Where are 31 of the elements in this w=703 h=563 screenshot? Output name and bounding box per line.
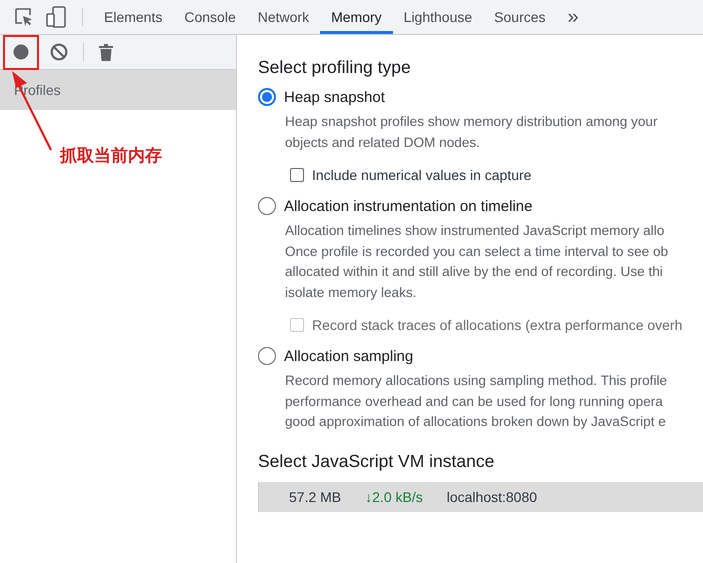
heap-size: 57.2 MB [289, 488, 342, 504]
allocation-rate: ↓2.0 kB/s [365, 488, 423, 504]
panel-tab[interactable]: Sources [483, 0, 557, 34]
option-description: Heap snapshot profiles show memory distribution among your objects and related DOM nodes. [285, 113, 659, 152]
panel-tab[interactable]: Elements [93, 0, 174, 34]
checkbox-label: Include numerical values in capture [312, 167, 532, 183]
device-icon [46, 6, 66, 28]
trash-icon [99, 44, 113, 60]
record-icon [13, 44, 29, 60]
option-label: Allocation sampling [284, 348, 414, 364]
clear-icon [50, 43, 68, 61]
radio-button[interactable] [258, 347, 276, 365]
panel-tab[interactable]: Lighthouse [392, 0, 484, 34]
option-description: Record memory allocations using sampling method. This profile performance overhead and can be used for long running opera good approximation of allocations broken down by JavaScript e [285, 372, 668, 431]
panel-tab[interactable]: Network [246, 0, 320, 34]
radio-button[interactable] [258, 197, 276, 215]
panel-tab[interactable]: Memory [320, 0, 393, 34]
option-label: Heap snapshot [284, 88, 385, 106]
inspect-icon [14, 7, 34, 27]
section-heading: Select profiling type [258, 57, 412, 78]
panel-tab[interactable]: Console [173, 0, 247, 34]
checkbox[interactable] [290, 168, 304, 182]
radio-button[interactable] [258, 88, 276, 106]
instance-host: localhost:8080 [446, 488, 538, 504]
option-description: Allocation timelines show instrumented JavaScript memory allo Once profile is recorded you can select a time interval to see ob allocated within it and still alive by the end of recording. Use thi isolate memory leaks. [285, 222, 670, 302]
section-heading: Select JavaScript VM instance [258, 450, 496, 472]
more-tabs-button[interactable]: » [556, 0, 590, 34]
checkbox-label: Record stack traces of allocations (extra performance overh [312, 317, 682, 333]
option-label: Allocation instrumentation on timeline [284, 198, 532, 214]
annotation-note: 抓取当前内存 [60, 145, 162, 167]
vm-instance-row[interactable]: 57.2 MB ↓2.0 kB/s localhost:8080 [258, 482, 703, 512]
